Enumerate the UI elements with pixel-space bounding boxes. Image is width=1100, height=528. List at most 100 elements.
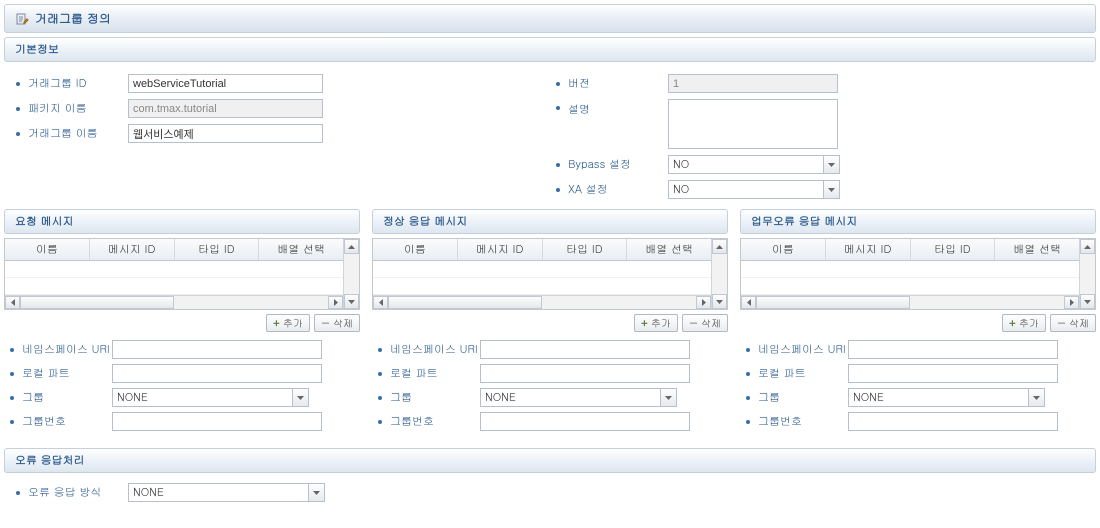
col-type-id[interactable]: 타입 ID [175, 239, 260, 260]
col-type-id[interactable]: 타입 ID [911, 239, 996, 260]
normal-vscroll[interactable] [711, 239, 727, 309]
chevron-down-icon [1028, 389, 1044, 406]
chevron-down-icon [660, 389, 676, 406]
chevron-down-icon [292, 389, 308, 406]
add-label: 추가 [1019, 316, 1039, 330]
chevron-down-icon [308, 484, 324, 501]
minus-icon: − [1057, 316, 1066, 331]
scroll-up-icon[interactable] [1080, 239, 1095, 254]
bypass-value: NO [669, 157, 823, 172]
bullet-icon [746, 348, 750, 352]
normal-hscroll[interactable] [373, 295, 711, 309]
scroll-left-icon[interactable] [373, 296, 388, 309]
basic-form-right: 버전 설명 Bypass 설정 NO XA 설정 NO [550, 74, 1090, 205]
minus-icon: − [321, 316, 330, 331]
col-name[interactable]: 이름 [741, 239, 826, 260]
error-method-select[interactable]: NONE [128, 483, 325, 502]
error-method-label: 오류 응답 방식 [28, 485, 128, 500]
bizerr-group-select[interactable]: NONE [848, 388, 1045, 407]
xa-select[interactable]: NO [668, 180, 840, 199]
bizerr-add-button[interactable]: +추가 [1002, 314, 1046, 332]
normal-localpart-input[interactable] [480, 364, 690, 383]
bullet-icon [746, 372, 750, 376]
scroll-left-icon[interactable] [741, 296, 756, 309]
normal-delete-button[interactable]: −삭제 [682, 314, 728, 332]
request-group-select[interactable]: NONE [112, 388, 309, 407]
scroll-up-icon[interactable] [712, 239, 727, 254]
scroll-up-icon[interactable] [344, 239, 359, 254]
normal-response-column: 정상 응답 메시지 이름 메시지 ID 타입 ID 배열 선택 [372, 209, 728, 436]
basic-form-left: 거래그룹 ID 패키지 이름 거래그룹 이름 [10, 74, 550, 205]
request-groupno-input[interactable] [112, 412, 322, 431]
col-name[interactable]: 이름 [373, 239, 458, 260]
request-grid-body[interactable] [5, 261, 343, 295]
request-add-button[interactable]: +추가 [266, 314, 310, 332]
scroll-right-icon[interactable] [1064, 296, 1079, 309]
bullet-icon [10, 420, 14, 424]
scroll-right-icon[interactable] [696, 296, 711, 309]
bullet-icon [746, 396, 750, 400]
col-msg-id[interactable]: 메시지 ID [90, 239, 175, 260]
normal-grid-body[interactable] [373, 261, 711, 295]
bullet-icon [16, 491, 20, 495]
xa-label: XA 설정 [568, 182, 668, 197]
package-name-input [128, 99, 323, 118]
groupno-label: 그룹번호 [22, 414, 112, 429]
section-basic-header: 기본정보 [4, 37, 1096, 62]
bullet-icon [556, 106, 560, 110]
biz-error-header: 업무오류 응답 메시지 [740, 209, 1096, 234]
col-msg-id[interactable]: 메시지 ID [458, 239, 543, 260]
scroll-down-icon[interactable] [712, 294, 727, 309]
bizerr-namespace-input[interactable] [848, 340, 1058, 359]
request-hscroll[interactable] [5, 295, 343, 309]
col-array-select[interactable]: 배열 선택 [995, 239, 1079, 260]
scroll-down-icon[interactable] [344, 294, 359, 309]
bullet-icon [16, 132, 20, 136]
description-textarea[interactable] [668, 99, 838, 149]
col-array-select[interactable]: 배열 선택 [259, 239, 343, 260]
scroll-down-icon[interactable] [1080, 294, 1095, 309]
col-array-select[interactable]: 배열 선택 [627, 239, 711, 260]
scroll-thumb[interactable] [20, 296, 174, 309]
scroll-right-icon[interactable] [328, 296, 343, 309]
bypass-select[interactable]: NO [668, 155, 840, 174]
groupno-label: 그룹번호 [390, 414, 480, 429]
scroll-thumb[interactable] [756, 296, 910, 309]
request-delete-button[interactable]: −삭제 [314, 314, 360, 332]
col-type-id[interactable]: 타입 ID [543, 239, 628, 260]
plus-icon: + [641, 316, 648, 331]
normal-groupno-input[interactable] [480, 412, 690, 431]
version-label: 버전 [568, 76, 668, 91]
bizerr-delete-button[interactable]: −삭제 [1050, 314, 1096, 332]
request-vscroll[interactable] [343, 239, 359, 309]
namespace-label: 네임스페이스 URI [758, 342, 848, 357]
scroll-left-icon[interactable] [5, 296, 20, 309]
trade-group-id-input[interactable] [128, 74, 323, 93]
section-error-header: 오류 응답처리 [4, 448, 1096, 473]
delete-label: 삭제 [701, 316, 721, 330]
delete-label: 삭제 [333, 316, 353, 330]
group-label: 그룹 [390, 390, 480, 405]
delete-label: 삭제 [1069, 316, 1089, 330]
bizerr-vscroll[interactable] [1079, 239, 1095, 309]
normal-namespace-input[interactable] [480, 340, 690, 359]
request-localpart-input[interactable] [112, 364, 322, 383]
bullet-icon [10, 348, 14, 352]
version-input [668, 74, 838, 93]
trade-group-name-input[interactable] [128, 124, 323, 143]
plus-icon: + [1009, 316, 1016, 331]
localpart-label: 로컬 파트 [758, 366, 848, 381]
normal-add-button[interactable]: +추가 [634, 314, 678, 332]
bizerr-hscroll[interactable] [741, 295, 1079, 309]
xa-value: NO [669, 182, 823, 197]
bizerr-localpart-input[interactable] [848, 364, 1058, 383]
request-namespace-input[interactable] [112, 340, 322, 359]
col-name[interactable]: 이름 [5, 239, 90, 260]
bizerr-groupno-input[interactable] [848, 412, 1058, 431]
normal-grid: 이름 메시지 ID 타입 ID 배열 선택 [372, 238, 728, 310]
scroll-thumb[interactable] [388, 296, 542, 309]
col-msg-id[interactable]: 메시지 ID [826, 239, 911, 260]
basic-form: 거래그룹 ID 패키지 이름 거래그룹 이름 버전 설명 Bypass 설정 [0, 66, 1100, 209]
bizerr-grid-body[interactable] [741, 261, 1079, 295]
normal-group-select[interactable]: NONE [480, 388, 677, 407]
